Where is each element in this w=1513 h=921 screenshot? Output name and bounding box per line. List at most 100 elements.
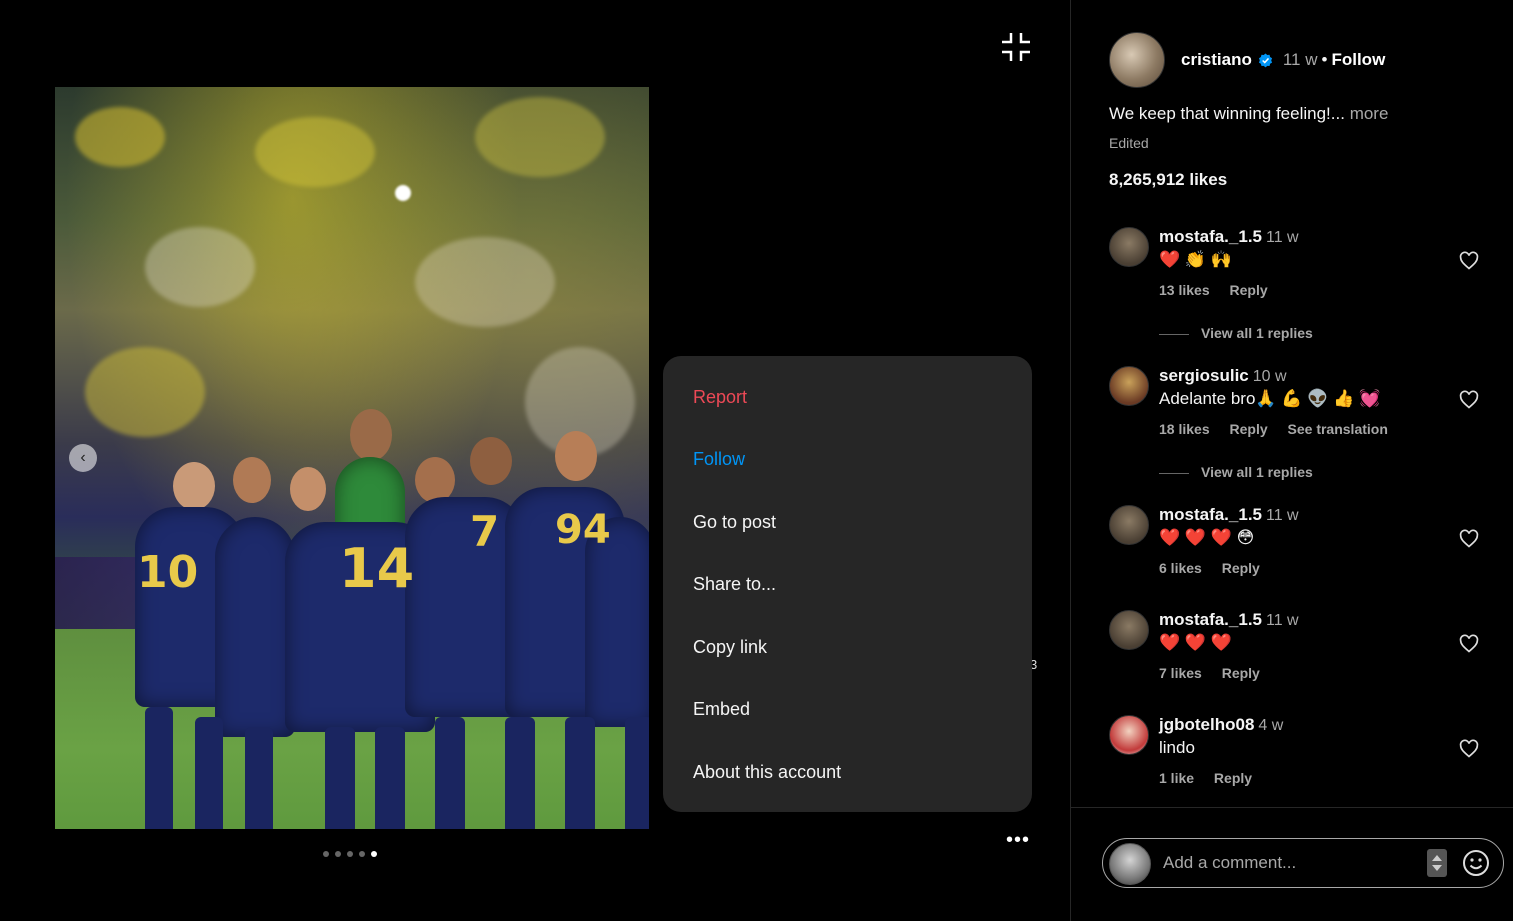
post-username[interactable]: cristiano [1181,50,1252,70]
avatar [1109,843,1151,885]
view-replies-label: View all 1 replies [1201,464,1313,480]
comment-item: jgbotelho08 4 w lindo 1 like Reply [1109,715,1479,795]
player-leg [145,707,173,829]
menu-item-report[interactable]: Report [693,387,747,408]
carousel-indicator [323,851,377,857]
heart-icon[interactable] [1459,634,1479,654]
player-leg [505,717,535,829]
comment-text: ❤️ ❤️ ❤️ 😳 [1159,528,1255,547]
heart-icon[interactable] [1459,739,1479,759]
player-leg [565,717,595,829]
follow-button[interactable]: Follow [1331,50,1385,70]
post-photo[interactable]: 14 10 7 94 [55,87,649,829]
jersey-number: 14 [339,537,415,600]
reply-button[interactable]: Reply [1230,282,1268,298]
heart-icon[interactable] [1459,390,1479,410]
verified-badge-icon [1258,52,1272,67]
jersey-number: 94 [555,507,611,553]
see-translation-button[interactable]: See translation [1288,421,1388,437]
player-head [173,462,215,510]
comment-meta: 6 likes Reply [1159,560,1449,576]
emoji-icon[interactable] [1461,848,1491,878]
player-leg [325,727,355,829]
reply-button[interactable]: Reply [1230,421,1268,437]
photo-bokeh [255,117,375,187]
view-replies-button[interactable]: View all 1 replies [1159,464,1313,480]
carousel-dot [323,851,329,857]
post-caption: We keep that winning feeling!... more [1109,104,1388,124]
post-timestamp: 11 w [1282,50,1318,69]
caption-more-link[interactable]: more [1350,104,1389,123]
comment-username[interactable]: jgbotelho08 [1159,715,1254,734]
stepper-down-icon[interactable] [1432,865,1442,871]
divider [1071,807,1513,808]
avatar[interactable] [1109,366,1149,406]
menu-item-embed[interactable]: Embed [693,699,750,720]
menu-item-about-account[interactable]: About this account [693,762,841,783]
player-leg [195,717,223,829]
collapse-icon[interactable] [1000,31,1032,63]
carousel-dot [359,851,365,857]
view-replies-label: View all 1 replies [1201,325,1313,341]
scroll-stepper[interactable] [1427,849,1447,877]
comment-likes[interactable]: 18 likes [1159,421,1210,437]
menu-item-copy-link[interactable]: Copy link [693,637,767,658]
comment-timestamp: 11 w [1266,507,1299,524]
avatar[interactable] [1109,715,1149,755]
comment-meta: 1 like Reply [1159,770,1449,786]
avatar[interactable] [1109,505,1149,545]
comment-text: ❤️ ❤️ ❤️ [1159,633,1232,652]
heart-icon[interactable] [1459,251,1479,271]
stepper-up-icon[interactable] [1432,855,1442,861]
menu-item-follow[interactable]: Follow [693,449,745,470]
comment-timestamp: 11 w [1266,229,1299,246]
comment-timestamp: 4 w [1258,717,1284,734]
photo-bokeh [475,97,605,177]
carousel-previous-button[interactable]: ‹ [69,444,97,472]
comment-likes[interactable]: 1 like [1159,770,1194,786]
chevron-left-icon: ‹ [80,449,86,466]
post-options-menu: Report Follow Go to post Share to... Cop… [663,356,1032,812]
view-replies-button[interactable]: View all 1 replies [1159,325,1313,341]
carousel-dot [347,851,353,857]
comment-input[interactable] [1161,852,1415,874]
avatar[interactable] [1109,32,1165,88]
comment-username[interactable]: mostafa._1.5 [1159,505,1262,524]
comment-body: sergiosulic 10 w Adelante bro🙏 💪 👽 👍 💓 18… [1159,366,1449,437]
comment-likes[interactable]: 13 likes [1159,282,1210,298]
team-huddle: 14 10 7 94 [85,409,649,829]
comment-body: mostafa._1.5 11 w ❤️ ❤️ ❤️ 😳 6 likes Repl… [1159,505,1449,576]
comment-meta: 18 likes Reply See translation [1159,421,1449,437]
menu-item-go-to-post[interactable]: Go to post [693,512,776,533]
more-horizontal-icon[interactable]: ••• [1006,829,1030,852]
comment-text: lindo [1159,738,1195,757]
reply-button[interactable]: Reply [1222,665,1260,681]
reply-button[interactable]: Reply [1214,770,1252,786]
comment-body: mostafa._1.5 11 w ❤️ ❤️ ❤️ 7 likes Reply [1159,610,1449,681]
avatar[interactable] [1109,610,1149,650]
replies-divider [1159,472,1189,474]
comment-likes[interactable]: 7 likes [1159,665,1202,681]
comment-likes[interactable]: 6 likes [1159,560,1202,576]
carousel-dot-active [371,851,377,857]
avatar[interactable] [1109,227,1149,267]
likes-count[interactable]: 8,265,912 likes [1109,170,1227,190]
jersey-number: 7 [470,507,500,556]
comment-username[interactable]: mostafa._1.5 [1159,227,1262,246]
comment-composer [1102,838,1504,888]
photo-bokeh [145,227,255,307]
comment-username[interactable]: sergiosulic [1159,366,1249,385]
player-head [350,409,392,461]
heart-icon[interactable] [1459,529,1479,549]
player-leg [625,717,649,829]
comment-body: mostafa._1.5 11 w ❤️ 👏 🙌 13 likes Reply [1159,227,1449,298]
player-head [290,467,326,511]
menu-item-share-to[interactable]: Share to... [693,574,776,595]
player-head [233,457,271,503]
comment-username[interactable]: mostafa._1.5 [1159,610,1262,629]
photo-bokeh [75,107,165,167]
reply-button[interactable]: Reply [1222,560,1260,576]
player-leg [245,727,273,829]
player-leg [375,727,405,829]
post-header: cristiano 11 w • Follow [1109,32,1385,88]
